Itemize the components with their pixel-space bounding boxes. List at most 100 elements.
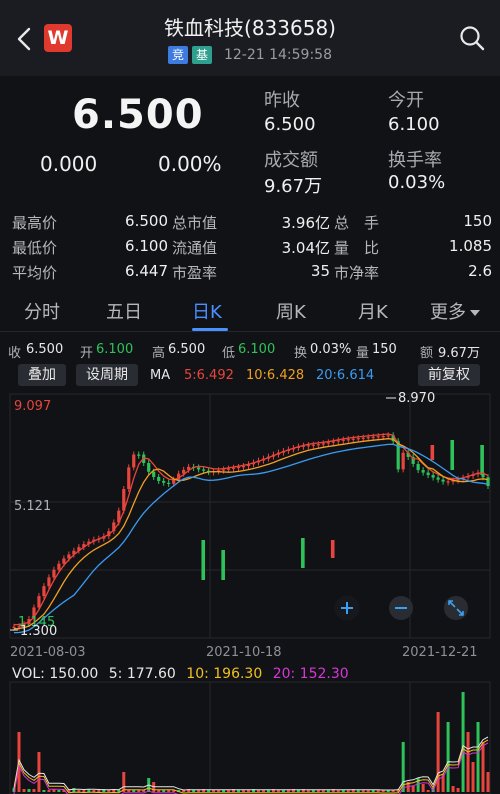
volume-bar xyxy=(306,790,310,792)
volume-bar xyxy=(37,752,41,792)
quote-panel: 6.500 0.000 0.00% 昨收 6.500 今开 6.100 成交额 … xyxy=(0,76,500,204)
candle-body xyxy=(366,437,370,439)
candle-body xyxy=(401,452,405,470)
tab-weekly-k[interactable]: 周K xyxy=(276,298,306,324)
candle-body xyxy=(386,435,390,437)
candle-body xyxy=(231,467,236,469)
ma5-line xyxy=(13,433,489,626)
candle-body xyxy=(421,470,425,473)
kline-svg[interactable]: 9.097 5.121 1.145 1.300 8.970 2021-08-03… xyxy=(0,390,500,794)
price-change: 0.000 xyxy=(40,152,98,176)
fullscreen-icon[interactable] xyxy=(444,596,468,620)
volume-bar xyxy=(446,722,450,792)
candle-body xyxy=(311,444,315,446)
tab-more[interactable]: 更多 xyxy=(430,298,481,324)
turnover-value: 0.03% xyxy=(388,172,446,193)
volume-bar xyxy=(32,789,36,792)
stat-label: 流通值 xyxy=(172,239,218,257)
volume-bar xyxy=(481,742,485,792)
candle-body xyxy=(57,563,61,570)
volume-bar xyxy=(466,732,470,792)
candle-body xyxy=(316,444,320,446)
high-label: 高 xyxy=(152,346,166,361)
low-value: 6.100 xyxy=(238,342,276,357)
candle-body xyxy=(47,577,51,587)
candle-body xyxy=(376,436,380,438)
prev-close-value: 6.500 xyxy=(264,114,316,135)
volume-bar xyxy=(97,790,101,792)
open-label: 开 xyxy=(80,346,94,361)
candle-spike xyxy=(221,550,225,580)
candle-body xyxy=(306,445,310,447)
set-period-button[interactable]: 设周期 xyxy=(76,364,138,386)
volume-bar xyxy=(261,790,265,792)
overlay-button[interactable]: 叠加 xyxy=(18,364,66,386)
auction-badge: 竞 xyxy=(167,46,188,64)
stat-value: 150 xyxy=(463,212,492,230)
stat-value: 1.085 xyxy=(449,237,492,255)
tab-monthly-k[interactable]: 月K xyxy=(358,298,388,324)
turnover-label: 换手率 xyxy=(388,150,442,171)
stats-row: 最高价 6.500 总市值 3.96亿 总 手 150 xyxy=(0,212,500,237)
tab-five-day[interactable]: 五日 xyxy=(106,298,142,324)
zoom-in-button[interactable] xyxy=(334,595,360,621)
volume-bar xyxy=(127,790,131,792)
volume-bar xyxy=(311,790,315,792)
stat-value: 3.96亿 xyxy=(281,214,330,232)
volume-bar xyxy=(421,784,425,792)
stat-value: 6.100 xyxy=(125,237,168,255)
volume-bar xyxy=(157,790,161,792)
vol-ma5: 5: 177.60 xyxy=(108,666,176,682)
tab-intraday[interactable]: 分时 xyxy=(24,298,60,324)
stat-label: 最高价 xyxy=(12,214,58,232)
stock-title: 铁血科技(833658) xyxy=(164,16,336,40)
open-label: 今开 xyxy=(388,90,424,111)
period-tabs: 分时 五日 日K 周K 月K 更多 xyxy=(0,292,500,332)
turn-label: 换 xyxy=(294,346,308,361)
x-axis-date-end: 2021-12-21 xyxy=(402,645,478,660)
candle-body xyxy=(356,438,360,440)
zoom-out-button[interactable] xyxy=(389,596,413,620)
top-nav-bar: W 铁血科技(833658) 竞基 12-21 14:59:58 xyxy=(0,0,500,76)
candle-body xyxy=(157,476,161,481)
candle-body xyxy=(321,443,325,445)
candle-spike xyxy=(450,440,455,470)
volume-bar xyxy=(451,786,455,792)
low-label: 低 xyxy=(222,346,236,361)
candle-spike xyxy=(330,540,335,558)
stat-label: 市盈率 xyxy=(172,264,218,282)
stat-label: 总市值 xyxy=(172,214,218,232)
volume-bar xyxy=(286,790,290,792)
candle-body xyxy=(197,467,201,470)
high-value: 6.500 xyxy=(168,342,206,357)
y-axis-mid-label: 5.121 xyxy=(14,499,51,514)
candle-body xyxy=(456,479,460,481)
candle-body xyxy=(42,586,46,597)
volume-bar xyxy=(461,692,465,792)
stat-label: 总 手 xyxy=(334,214,380,232)
tab-daily-k[interactable]: 日K xyxy=(192,298,222,324)
candle-body xyxy=(351,438,355,440)
volume-bar xyxy=(486,772,490,792)
candle-body xyxy=(202,469,206,471)
ma5-value: 5:6.492 xyxy=(184,368,234,383)
candles xyxy=(12,432,490,631)
volume-bar xyxy=(92,790,96,792)
open-value: 6.100 xyxy=(388,114,440,135)
quote-timestamp: 12-21 14:59:58 xyxy=(223,47,332,63)
search-icon[interactable] xyxy=(458,24,486,52)
volume-bar xyxy=(42,790,46,792)
stats-row: 平均价 6.447 市盈率 35 市净率 2.6 xyxy=(0,262,500,287)
volume-bar xyxy=(281,790,285,792)
candle-body xyxy=(147,463,151,472)
volume-bar xyxy=(77,790,81,792)
volume-bar xyxy=(82,790,86,792)
volume-bar xyxy=(476,722,480,792)
candle-body xyxy=(341,439,345,441)
candle-body xyxy=(381,436,385,438)
stat-value: 6.447 xyxy=(125,262,168,280)
volume-bar xyxy=(411,786,415,792)
ma20-value: 20:6.614 xyxy=(316,368,375,383)
adjust-button[interactable]: 前复权 xyxy=(418,364,480,386)
volume-bar xyxy=(212,790,216,792)
